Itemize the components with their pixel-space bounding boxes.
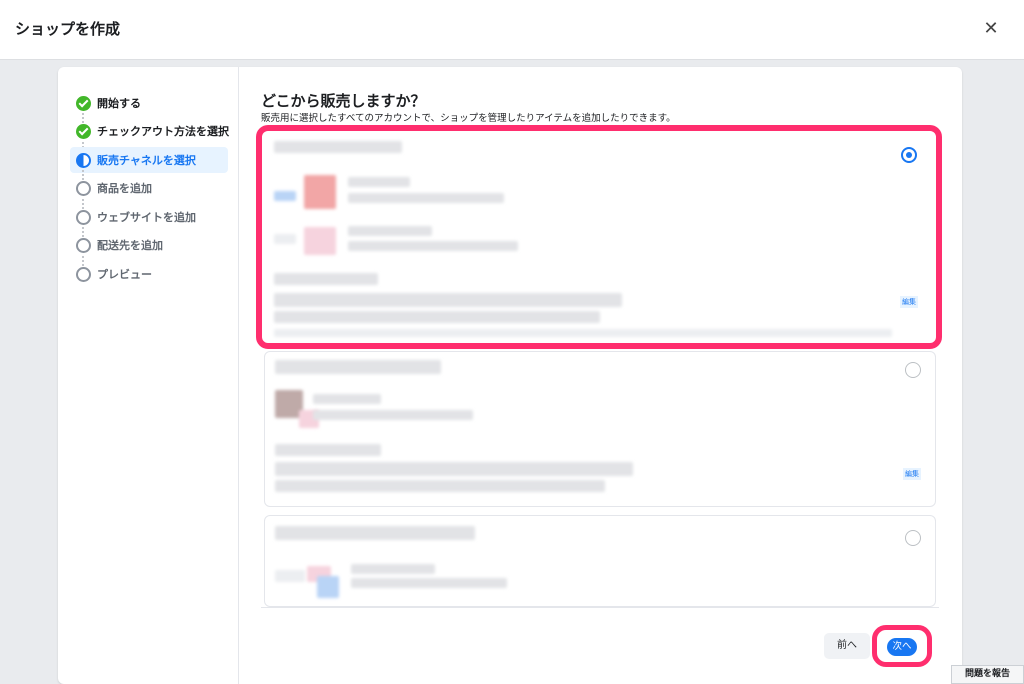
blurred-account-name	[275, 360, 441, 374]
blurred-text	[275, 480, 605, 492]
next-button-highlight: 次へ	[872, 625, 932, 667]
page-description: 販売用に選択したすべてのアカウントで、ショップを管理したりアイテムを追加したりで…	[261, 113, 676, 124]
close-icon[interactable]: ✕	[978, 16, 1004, 42]
blurred-avatar	[275, 570, 305, 582]
blurred-text	[275, 444, 381, 456]
step-label: 商品を追加	[97, 182, 152, 195]
blurred-avatar	[274, 191, 296, 201]
step-label: ウェブサイトを追加	[97, 211, 196, 224]
report-problem-button[interactable]: 問題を報告	[951, 665, 1024, 684]
blurred-avatar	[274, 234, 296, 244]
blurred-text	[348, 193, 504, 203]
blurred-account-name	[275, 526, 475, 540]
footer-divider	[261, 607, 939, 608]
check-icon	[76, 95, 91, 111]
blurred-text	[348, 241, 518, 251]
step-label: 配送先を追加	[97, 239, 163, 252]
step-add-products[interactable]: 商品を追加	[70, 175, 228, 201]
blurred-text	[274, 311, 600, 323]
edit-link[interactable]: 編集	[903, 468, 921, 480]
radio-unselected[interactable]	[905, 530, 921, 546]
half-circle-icon	[76, 152, 91, 168]
step-label: 販売チャネルを選択	[97, 154, 196, 167]
blurred-avatar	[304, 175, 336, 209]
step-label: チェックアウト方法を選択	[97, 125, 229, 138]
channel-option-3[interactable]	[264, 515, 936, 607]
radio-unselected[interactable]	[905, 362, 921, 378]
channel-option-1[interactable]: 編集	[256, 125, 942, 349]
edit-link[interactable]: 編集	[900, 296, 918, 308]
empty-circle-icon	[76, 180, 91, 196]
blurred-account-name	[274, 141, 402, 153]
step-sales-channel[interactable]: 販売チャネルを選択	[70, 147, 228, 173]
step-add-shipping[interactable]: 配送先を追加	[70, 232, 228, 258]
blurred-text	[348, 177, 410, 187]
step-list: 開始する チェックアウト方法を選択 販売チャネルを選択 商品を追加 ウェブサイト…	[58, 67, 239, 684]
blurred-text	[274, 293, 622, 307]
radio-selected[interactable]	[901, 147, 917, 163]
dialog-header: ショップを作成 ✕	[0, 0, 1024, 60]
blurred-divider	[274, 329, 892, 337]
blurred-text	[313, 410, 473, 420]
page-title: どこから販売しますか？	[261, 92, 426, 110]
blurred-avatar	[317, 576, 339, 598]
empty-circle-icon	[76, 266, 91, 282]
step-start[interactable]: 開始する	[70, 90, 228, 116]
channel-option-2[interactable]: 編集	[264, 351, 936, 507]
dialog-title: ショップを作成	[15, 20, 121, 38]
blurred-text	[351, 564, 435, 574]
next-button[interactable]: 次へ	[887, 638, 917, 656]
empty-circle-icon	[76, 209, 91, 225]
blurred-avatar	[304, 227, 336, 255]
blurred-text	[351, 578, 507, 588]
blurred-text	[348, 226, 432, 236]
step-checkout[interactable]: チェックアウト方法を選択	[70, 118, 229, 144]
step-add-website[interactable]: ウェブサイトを追加	[70, 204, 228, 230]
empty-circle-icon	[76, 237, 91, 253]
blurred-text	[274, 273, 378, 285]
blurred-text	[313, 394, 381, 404]
check-icon	[76, 123, 91, 139]
step-label: 開始する	[97, 97, 141, 110]
dialog-body: 開始する チェックアウト方法を選択 販売チャネルを選択 商品を追加 ウェブサイト…	[58, 67, 962, 684]
step-preview[interactable]: プレビュー	[70, 261, 228, 287]
prev-button[interactable]: 前へ	[824, 633, 870, 659]
blurred-text	[275, 462, 633, 476]
step-label: プレビュー	[97, 268, 152, 281]
